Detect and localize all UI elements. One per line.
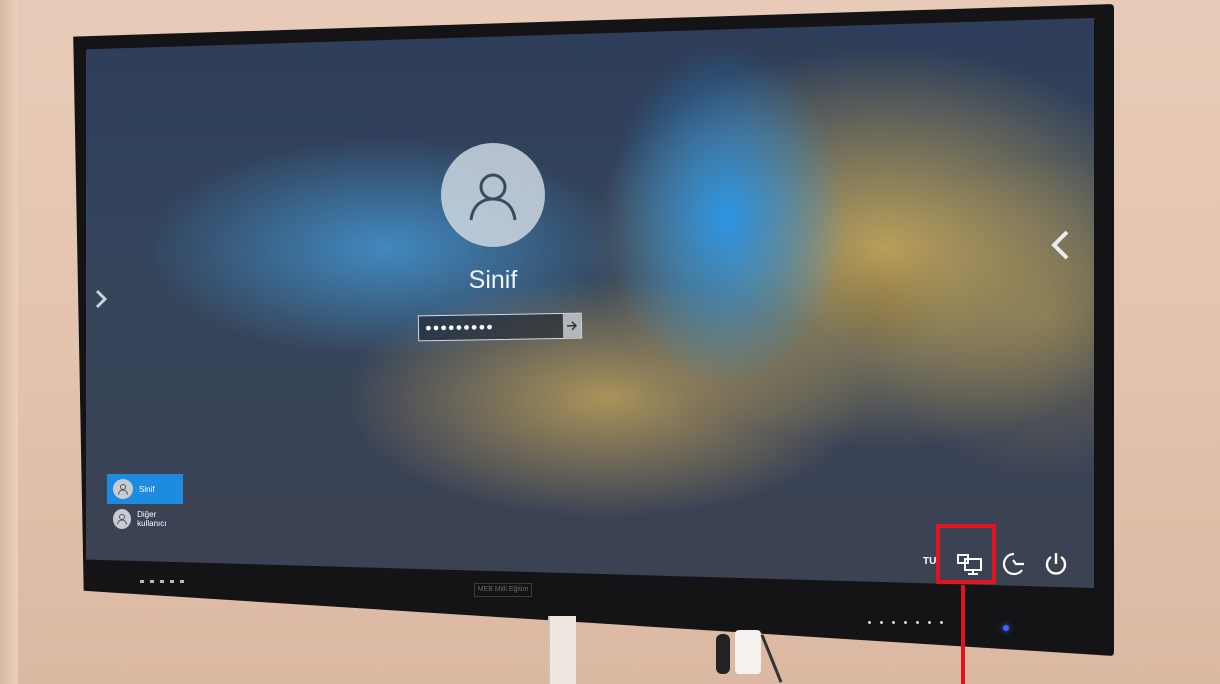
bezel-buttons-right bbox=[868, 611, 952, 629]
annotation-highlight bbox=[936, 524, 996, 584]
user-tile-other[interactable]: Diğer kullanıcı bbox=[107, 504, 183, 534]
chevron-left-icon[interactable] bbox=[1049, 228, 1071, 267]
bezel-buttons-left bbox=[140, 570, 190, 588]
wire bbox=[760, 634, 783, 683]
power-icon[interactable] bbox=[1039, 547, 1073, 581]
person-icon bbox=[113, 509, 132, 529]
power-led bbox=[1003, 625, 1009, 631]
password-value[interactable]: ●●●●●●●●● bbox=[419, 320, 563, 335]
monitor-brand-logo: MEB Milli Eğitim bbox=[474, 583, 532, 597]
user-tile-sinif[interactable]: Sinif bbox=[107, 474, 183, 504]
person-icon bbox=[113, 479, 133, 499]
user-tile-label: Sinif bbox=[139, 484, 155, 494]
wall bbox=[0, 0, 18, 684]
arrow-right-icon bbox=[566, 321, 578, 331]
user-tile-label: Diğer kullanıcı bbox=[137, 510, 167, 528]
password-field[interactable]: ●●●●●●●●● bbox=[417, 312, 583, 342]
language-indicator[interactable]: TU bbox=[923, 556, 936, 567]
user-switcher: Sinif Diğer kullanıcı bbox=[107, 474, 183, 534]
wall-plate bbox=[548, 616, 576, 684]
user-avatar bbox=[441, 143, 545, 247]
submit-button[interactable] bbox=[562, 313, 582, 338]
chevron-right-icon[interactable] bbox=[94, 288, 108, 315]
user-name: Sinif bbox=[468, 266, 518, 294]
annotation-pointer bbox=[961, 585, 965, 684]
person-icon bbox=[469, 173, 517, 221]
ease-of-access-icon[interactable] bbox=[997, 547, 1031, 581]
usb-plug bbox=[735, 630, 761, 674]
lock-screen: Sinif ●●●●●●●●● Sinif Diğer kullanıcı TU bbox=[86, 18, 1094, 588]
cable bbox=[716, 634, 730, 674]
